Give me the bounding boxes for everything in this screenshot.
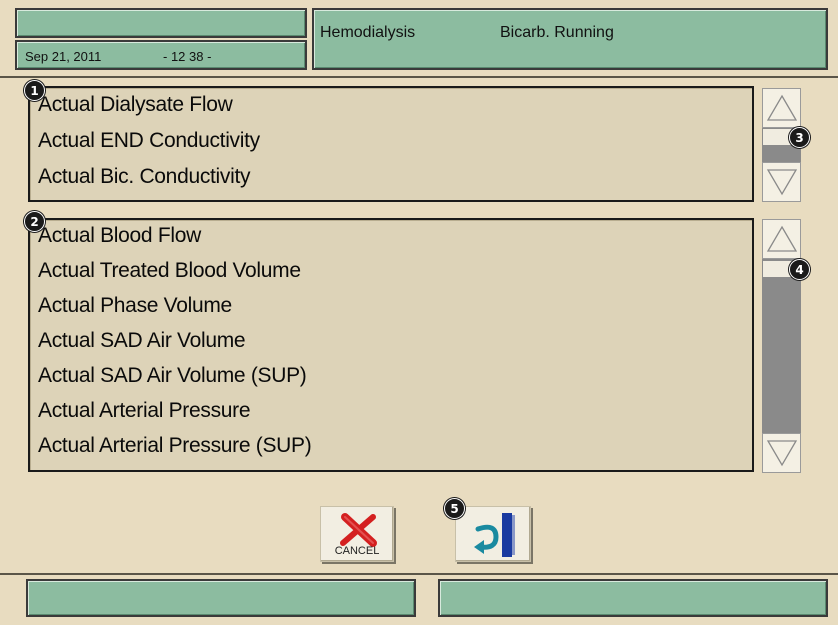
- triangle-down-icon: [766, 169, 797, 196]
- date-label: Sep 21, 2011: [25, 49, 102, 64]
- cancel-label: CANCEL: [334, 545, 380, 557]
- therapy-status-label: Bicarb. Running: [500, 24, 614, 41]
- return-arrow-icon: [474, 513, 515, 557]
- return-button[interactable]: [455, 506, 531, 562]
- scroll-up-button-1[interactable]: [762, 88, 801, 128]
- cancel-button[interactable]: CANCEL: [320, 506, 394, 562]
- dialysate-parameter-list: Actual Dialysate Flow Actual END Conduct…: [28, 86, 754, 202]
- list-item[interactable]: Actual Blood Flow: [38, 224, 201, 248]
- list-item[interactable]: Actual SAD Air Volume (SUP): [38, 364, 307, 388]
- blood-parameter-list: Actual Blood Flow Actual Treated Blood V…: [28, 218, 754, 472]
- list-item[interactable]: Actual Treated Blood Volume: [38, 259, 301, 283]
- callout-badge-5: 5: [444, 498, 465, 519]
- footer-divider: [0, 573, 838, 575]
- callout-badge-4: 4: [789, 259, 810, 280]
- triangle-down-icon: [766, 440, 797, 467]
- triangle-up-icon: [766, 94, 797, 121]
- header-datetime-box: Sep 21, 2011 - 12 38 -: [15, 40, 307, 70]
- callout-badge-1: 1: [24, 80, 45, 101]
- scroll-up-button-2[interactable]: [762, 219, 801, 259]
- list-item[interactable]: Actual Dialysate Flow: [38, 93, 233, 117]
- triangle-up-icon: [766, 225, 797, 252]
- list-item[interactable]: Actual Bic. Conductivity: [38, 165, 251, 189]
- footer-left-panel[interactable]: [26, 579, 416, 617]
- list-item[interactable]: Actual Arterial Pressure: [38, 399, 251, 423]
- callout-badge-2: 2: [24, 211, 45, 232]
- red-x-icon: [340, 513, 377, 547]
- scroll-down-button-2[interactable]: [762, 433, 801, 473]
- list-item[interactable]: Actual SAD Air Volume: [38, 329, 246, 353]
- therapy-mode-label: Hemodialysis: [320, 24, 416, 41]
- time-label: - 12 38 -: [163, 49, 212, 64]
- list-item[interactable]: Actual Phase Volume: [38, 294, 232, 318]
- callout-badge-3: 3: [789, 127, 810, 148]
- list-item[interactable]: Actual Arterial Pressure (SUP): [38, 434, 312, 458]
- footer-right-panel[interactable]: [438, 579, 828, 617]
- header-divider: [0, 76, 838, 78]
- scroll-down-button-1[interactable]: [762, 162, 801, 202]
- list-item[interactable]: Actual END Conductivity: [38, 129, 260, 153]
- header-info-box: [15, 8, 307, 38]
- header-status-box: Hemodialysis Bicarb. Running: [312, 8, 828, 70]
